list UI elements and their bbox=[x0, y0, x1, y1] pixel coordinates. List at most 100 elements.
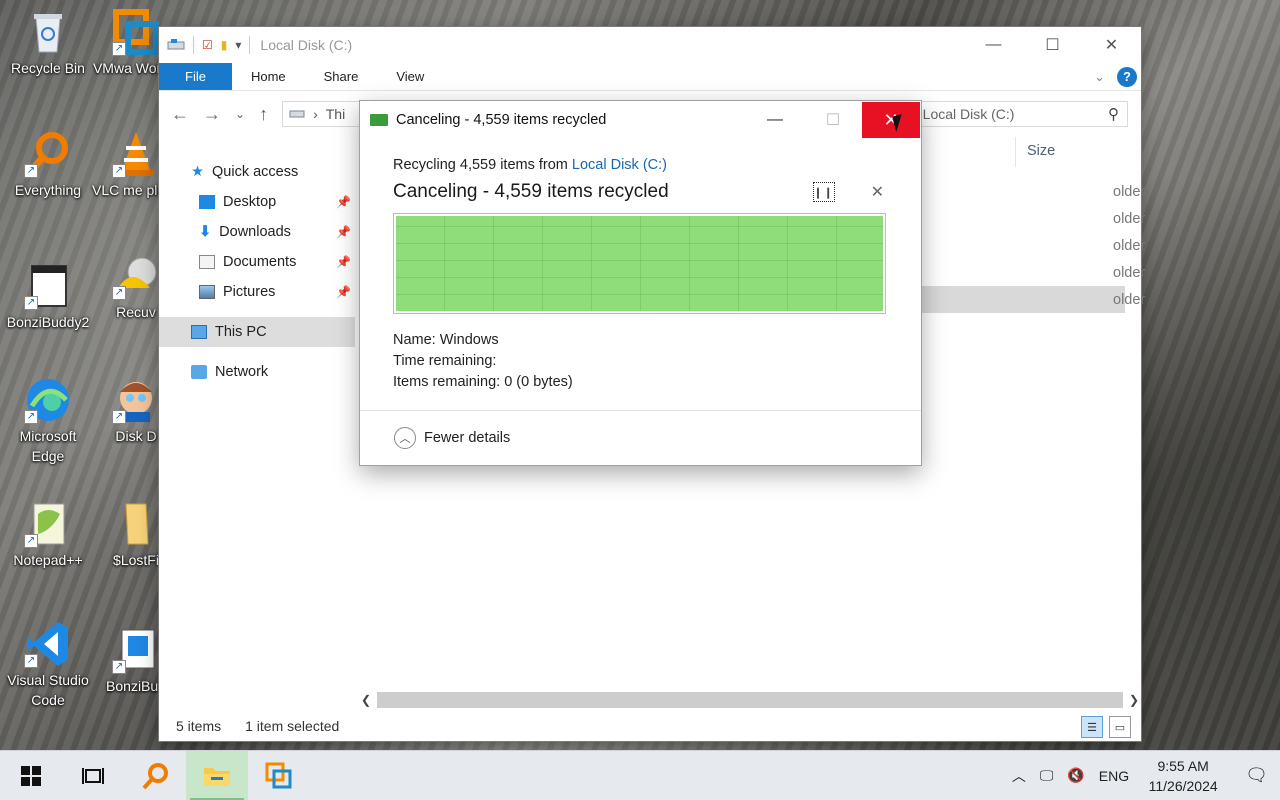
tab-view[interactable]: View bbox=[377, 63, 443, 90]
chevron-down-icon[interactable]: ▾ bbox=[235, 38, 241, 52]
file-operation-icon bbox=[370, 114, 388, 126]
forward-arrow-icon[interactable]: → bbox=[203, 104, 221, 125]
task-view-button[interactable] bbox=[62, 751, 124, 800]
selection-count: 1 item selected bbox=[245, 718, 340, 734]
nav-downloads[interactable]: ⬇ Downloads 📌 bbox=[159, 217, 355, 247]
new-folder-icon[interactable]: ▮ bbox=[221, 38, 228, 52]
details-view-icon[interactable]: ☰ bbox=[1081, 716, 1103, 738]
desktop-icon-label: Visual Studio Code bbox=[7, 672, 89, 708]
taskbar-file-explorer[interactable] bbox=[186, 750, 248, 800]
nav-pictures[interactable]: Pictures 📌 bbox=[159, 277, 355, 307]
close-button[interactable]: ✕ bbox=[1082, 27, 1141, 63]
desktop-icon-everything[interactable]: ↗ Everything bbox=[2, 130, 94, 200]
taskbar-everything[interactable] bbox=[124, 751, 186, 800]
taskbar-vmware[interactable] bbox=[248, 751, 310, 800]
maximize-button: ☐ bbox=[825, 112, 841, 129]
tab-home[interactable]: Home bbox=[232, 63, 305, 90]
back-arrow-icon[interactable]: ← bbox=[171, 104, 189, 125]
detail-time: Time remaining: bbox=[393, 351, 888, 372]
desktop-icon-edge[interactable]: ↗ Microsoft Edge bbox=[2, 376, 94, 466]
nav-quick-access[interactable]: ★ Quick access bbox=[159, 157, 355, 187]
vmware-icon: ↗ bbox=[112, 8, 160, 56]
volume-muted-icon[interactable]: 🔇 bbox=[1067, 767, 1084, 784]
computer-icon bbox=[191, 325, 207, 339]
notifications-icon[interactable]: 🗨 bbox=[1245, 765, 1268, 786]
list-item[interactable]: older bbox=[915, 259, 1145, 286]
pause-button[interactable]: ❙❙ bbox=[812, 182, 835, 202]
breadcrumb-text[interactable]: Thi bbox=[326, 106, 345, 122]
clock[interactable]: 9:55 AM 11/26/2024 bbox=[1143, 756, 1223, 796]
show-hidden-icons-chevron-icon[interactable]: ︿ bbox=[1012, 766, 1026, 786]
window-file-icon: ↗ bbox=[24, 262, 72, 310]
scrollbar-thumb[interactable] bbox=[377, 692, 1123, 708]
stop-button[interactable]: ✕ bbox=[871, 182, 884, 202]
close-button[interactable]: ✕ bbox=[862, 102, 920, 138]
window-title: Local Disk (C:) bbox=[260, 37, 353, 53]
recuva-hardhat-icon: ↗ bbox=[112, 252, 160, 300]
up-arrow-icon[interactable]: ↑ bbox=[259, 104, 268, 125]
source-link[interactable]: Local Disk (C:) bbox=[572, 157, 667, 173]
fewer-details-button[interactable]: ︿ Fewer details bbox=[394, 427, 510, 449]
view-buttons: ☰ ▭ bbox=[1081, 716, 1131, 738]
desktop-icon-label: Microsoft Edge bbox=[19, 428, 77, 464]
pin-icon[interactable]: 📌 bbox=[336, 285, 351, 299]
detail-label: Name: bbox=[393, 332, 436, 348]
pin-icon[interactable]: 📌 bbox=[336, 195, 351, 209]
search-icon[interactable]: ⚲ bbox=[1108, 105, 1119, 123]
expand-ribbon-chevron-icon[interactable]: ⌄ bbox=[1094, 69, 1105, 85]
recent-locations-chevron-icon[interactable]: ⌄ bbox=[235, 107, 245, 121]
recycle-progress-dialog[interactable]: Canceling - 4,559 items recycled — ☐ ✕ R… bbox=[360, 101, 921, 465]
desktop-icon-recycle-bin[interactable]: Recycle Bin bbox=[2, 8, 94, 78]
desktop-icon-vscode[interactable]: ↗ Visual Studio Code bbox=[2, 620, 94, 710]
minimize-button[interactable]: — bbox=[746, 102, 804, 138]
dialog-body: Recycling 4,559 items from Local Disk (C… bbox=[360, 139, 921, 393]
vscode-icon: ↗ bbox=[24, 620, 72, 668]
desktop-icon-label: Notepad++ bbox=[13, 552, 83, 568]
download-arrow-icon: ⬇ bbox=[199, 224, 212, 240]
minimize-button[interactable]: — bbox=[964, 27, 1023, 63]
breadcrumb-chevron-icon[interactable]: › bbox=[313, 106, 318, 122]
properties-icon[interactable]: ☑ bbox=[202, 38, 213, 52]
network-icon[interactable]: 🖵 bbox=[1040, 767, 1054, 784]
window-file-icon: ↗ bbox=[112, 626, 160, 674]
folder-icon bbox=[112, 500, 160, 548]
taskbar: ︿ 🖵 🔇 ENG 9:55 AM 11/26/2024 🗨 bbox=[0, 750, 1280, 800]
scroll-left-icon[interactable]: ❮ bbox=[359, 693, 373, 707]
picture-icon bbox=[199, 285, 215, 299]
list-item[interactable]: older bbox=[915, 232, 1145, 259]
scroll-right-icon[interactable]: ❯ bbox=[1127, 693, 1141, 707]
explorer-titlebar[interactable]: ☑ ▮ ▾ Local Disk (C:) — ☐ ✕ bbox=[159, 27, 1141, 63]
maximize-button[interactable]: ☐ bbox=[1023, 27, 1082, 63]
edge-icon: ↗ bbox=[24, 376, 72, 424]
pin-icon[interactable]: 📌 bbox=[336, 255, 351, 269]
desktop-icon-notepadpp[interactable]: ↗ Notepad++ bbox=[2, 500, 94, 570]
language-indicator[interactable]: ENG bbox=[1099, 768, 1129, 784]
nav-label: Quick access bbox=[212, 164, 299, 180]
nav-this-pc[interactable]: This PC bbox=[159, 317, 355, 347]
pin-icon[interactable]: 📌 bbox=[336, 225, 351, 239]
separator bbox=[193, 36, 194, 54]
list-item-selected[interactable]: older bbox=[915, 286, 1145, 313]
large-icons-view-icon[interactable]: ▭ bbox=[1109, 716, 1131, 738]
nav-desktop[interactable]: Desktop 📌 bbox=[159, 187, 355, 217]
detail-label: Items remaining: bbox=[393, 374, 501, 390]
horizontal-scrollbar[interactable]: ❮ ❯ bbox=[359, 691, 1141, 709]
search-input[interactable]: h Local Disk (C:) ⚲ bbox=[888, 101, 1128, 127]
nav-network[interactable]: Network bbox=[159, 357, 355, 387]
magnifier-icon bbox=[142, 762, 168, 789]
tab-share[interactable]: Share bbox=[305, 63, 378, 90]
start-button[interactable] bbox=[0, 751, 62, 800]
summary-text: Recycling 4,559 items from bbox=[393, 157, 572, 173]
help-icon[interactable]: ? bbox=[1117, 66, 1137, 87]
detail-name: Name: Windows bbox=[393, 330, 888, 351]
nav-documents[interactable]: Documents 📌 bbox=[159, 247, 355, 277]
column-header-size[interactable]: Size bbox=[1027, 143, 1055, 159]
list-item[interactable]: older bbox=[915, 205, 1145, 232]
notepadpp-icon: ↗ bbox=[24, 500, 72, 548]
desktop-icon-bonzibuddy2[interactable]: ↗ BonziBuddy2 bbox=[2, 262, 94, 332]
nav-label: Documents bbox=[223, 254, 297, 270]
heading-text: Canceling - 4,559 items recycled bbox=[393, 181, 669, 202]
tab-file[interactable]: File bbox=[159, 63, 232, 90]
list-item[interactable]: older bbox=[915, 178, 1145, 205]
detail-value: Windows bbox=[439, 332, 499, 348]
